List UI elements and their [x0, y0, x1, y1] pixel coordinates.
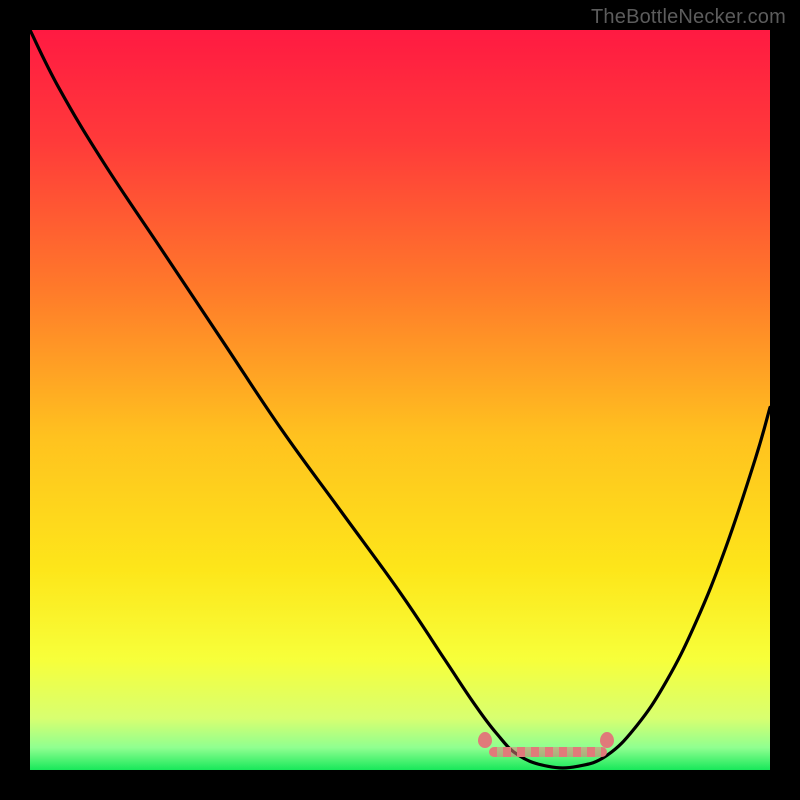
plot-area — [30, 30, 770, 770]
watermark-text: TheBottleNecker.com — [591, 6, 786, 29]
chart-container: TheBottleNecker.com — [0, 0, 800, 800]
bottleneck-curve — [30, 30, 770, 770]
optimal-range-band — [489, 747, 607, 757]
